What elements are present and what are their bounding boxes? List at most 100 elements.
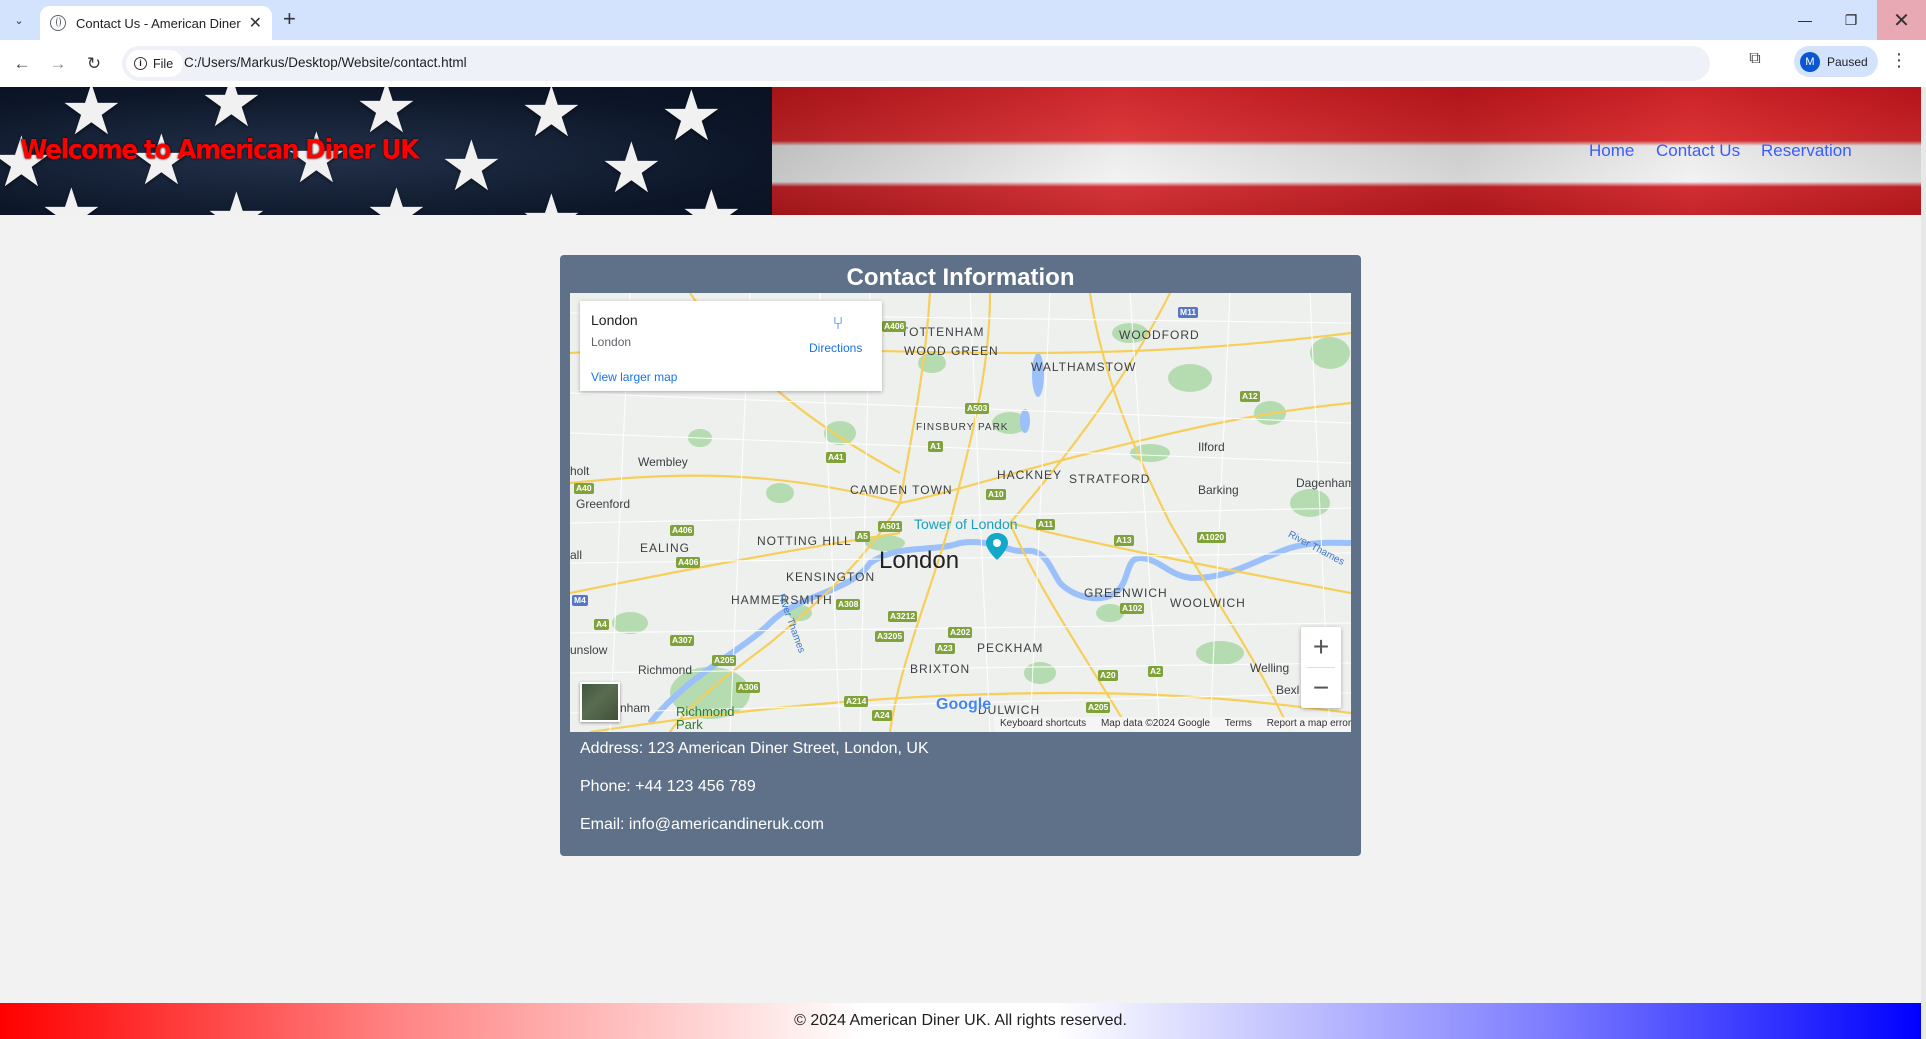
tab-close-icon[interactable]: ✕ xyxy=(249,13,262,33)
contact-address: Address: 123 American Diner Street, Lond… xyxy=(580,740,929,757)
profile-status: Paused xyxy=(1827,54,1868,69)
reload-icon[interactable]: ↻ xyxy=(82,52,106,76)
nav-link-home[interactable]: Home xyxy=(1589,141,1634,161)
nav-link-reservation[interactable]: Reservation xyxy=(1761,141,1852,161)
contact-heading: Contact Information xyxy=(846,264,1075,291)
avatar: M xyxy=(1800,51,1820,72)
contact-email: Email: info@americandineruk.com xyxy=(580,816,824,833)
map-label: CAMDEN TOWN xyxy=(850,483,953,497)
profile-button[interactable]: M Paused xyxy=(1794,46,1878,77)
flag-star-icon: ★ xyxy=(520,87,583,151)
site-title: Welcome to American Diner UK xyxy=(20,134,419,165)
flag-star-icon: ★ xyxy=(660,87,723,155)
window-minimize-icon[interactable]: — xyxy=(1782,0,1828,40)
site-info-chip[interactable]: i File xyxy=(126,50,184,77)
road-shield: A202 xyxy=(948,627,973,638)
map-label: Greenford xyxy=(576,497,631,511)
map-label: STRATFORD xyxy=(1069,472,1151,486)
map-label: Wembley xyxy=(638,455,688,469)
extensions-puzzle-icon[interactable]: ⧉ xyxy=(1744,50,1766,72)
map-label: Barking xyxy=(1198,483,1239,497)
directions-link[interactable]: Directions xyxy=(809,341,862,355)
window-close-icon[interactable]: ✕ xyxy=(1877,0,1926,40)
terms-link[interactable]: Terms xyxy=(1225,718,1252,729)
map-label: WOODFORD xyxy=(1119,328,1200,342)
road-shield: A10 xyxy=(986,489,1006,500)
keyboard-shortcuts-link[interactable]: Keyboard shortcuts xyxy=(1000,718,1086,729)
web-page: ★ ★ ★ ★ ★ ★ ★ ★ ★ ★ ★ ★ ★ ★ ★ Welcome to… xyxy=(0,87,1926,1039)
map-label: HACKNEY xyxy=(997,468,1063,482)
road-shield: A102 xyxy=(1120,603,1145,614)
map-zoom-control: + − xyxy=(1301,627,1341,708)
new-tab-plus-icon[interactable]: + xyxy=(283,8,296,30)
zoom-in-plus-icon[interactable]: + xyxy=(1301,627,1341,667)
road-shield: A501 xyxy=(878,521,903,532)
map-label: WOOD GREEN xyxy=(904,344,999,358)
road-shield: A406 xyxy=(670,525,695,536)
footer-copyright: © 2024 American Diner UK. All rights res… xyxy=(794,1012,1127,1029)
map-label: holt xyxy=(570,464,590,478)
satellite-toggle-thumbnail[interactable] xyxy=(580,682,620,722)
flag-star-icon: ★ xyxy=(200,87,263,141)
report-map-error-link[interactable]: Report a map error xyxy=(1267,718,1351,729)
map-label: GREENWICH xyxy=(1084,586,1168,600)
page-scrollbar[interactable] xyxy=(1921,87,1926,1039)
site-info-label: File xyxy=(153,56,174,71)
nav-link-contact[interactable]: Contact Us xyxy=(1656,141,1740,161)
embedded-map[interactable]: TOTTENHAM WOODFORD WOOD GREEN WALTHAMSTO… xyxy=(570,293,1351,732)
map-label: TOTTENHAM xyxy=(901,325,985,339)
zoom-out-minus-icon[interactable]: − xyxy=(1301,668,1341,708)
tab-title: Contact Us - American Diner UK xyxy=(76,15,243,31)
back-arrow-icon[interactable]: ← xyxy=(10,52,34,76)
url-text[interactable]: C:/Users/Markus/Desktop/Website/contact.… xyxy=(184,55,467,70)
map-label: Richmond xyxy=(638,663,693,677)
view-larger-map-link[interactable]: View larger map xyxy=(591,370,677,384)
map-city-label: London xyxy=(879,547,960,574)
road-shield: A20 xyxy=(1098,670,1118,681)
road-shield: A3212 xyxy=(888,611,918,622)
road-shield: A214 xyxy=(844,696,869,707)
map-label: WOOLWICH xyxy=(1170,596,1246,610)
address-bar[interactable]: i File C:/Users/Markus/Desktop/Website/c… xyxy=(122,46,1828,81)
road-shield: A24 xyxy=(872,710,892,721)
road-shield: A5 xyxy=(855,531,870,542)
road-shield: A11 xyxy=(1036,519,1056,530)
map-label: NOTTING HILL xyxy=(757,534,852,548)
road-shield: A1 xyxy=(928,441,943,452)
map-attribution: Keyboard shortcuts Map data ©2024 Google… xyxy=(994,717,1351,732)
map-place-card: London London View larger map ⑂ Directio… xyxy=(580,301,882,391)
road-shield: A406 xyxy=(676,557,701,568)
tab-search-chevron-icon[interactable]: ⌄ xyxy=(8,9,30,31)
road-shield: A1020 xyxy=(1197,532,1227,543)
road-shield: A23 xyxy=(935,643,955,654)
map-label: Ilford xyxy=(1198,440,1225,454)
browser-tab-active[interactable]: Contact Us - American Diner UK ✕ xyxy=(40,6,272,40)
window-restore-icon[interactable]: ❐ xyxy=(1828,0,1874,40)
site-footer: © 2024 American Diner UK. All rights res… xyxy=(0,1003,1921,1039)
road-shield: A2 xyxy=(1148,666,1163,677)
map-label: BRIXTON xyxy=(910,662,971,676)
map-label: FINSBURY PARK xyxy=(916,422,1009,433)
directions-icon[interactable]: ⑂ xyxy=(827,313,849,335)
flag-star-icon: ★ xyxy=(680,181,743,215)
flag-star-icon: ★ xyxy=(520,185,583,215)
map-place-title: London xyxy=(591,312,638,328)
map-label: EALING xyxy=(640,541,691,555)
road-shield: A306 xyxy=(736,682,761,693)
map-label: Welling xyxy=(1250,661,1290,675)
forward-arrow-icon[interactable]: → xyxy=(46,52,70,76)
road-shield: A12 xyxy=(1240,391,1260,402)
contact-phone: Phone: +44 123 456 789 xyxy=(580,778,756,795)
road-shield: A3205 xyxy=(875,631,905,642)
road-shield: A205 xyxy=(1086,702,1111,713)
google-logo: Google xyxy=(936,696,992,713)
browser-menu-icon[interactable]: ⋮ xyxy=(1890,50,1908,71)
browser-tabstrip: ⌄ Contact Us - American Diner UK ✕ + — ❐… xyxy=(0,0,1926,40)
map-label: nham xyxy=(620,701,651,715)
info-icon: i xyxy=(134,57,147,70)
browser-toolbar: ← → ↻ i File C:/Users/Markus/Desktop/Web… xyxy=(0,40,1926,87)
map-label: unslow xyxy=(570,643,608,657)
map-poi-label[interactable]: Tower of London xyxy=(914,516,1018,532)
road-shield: A4 xyxy=(594,619,609,630)
map-label: KENSINGTON xyxy=(786,570,876,584)
